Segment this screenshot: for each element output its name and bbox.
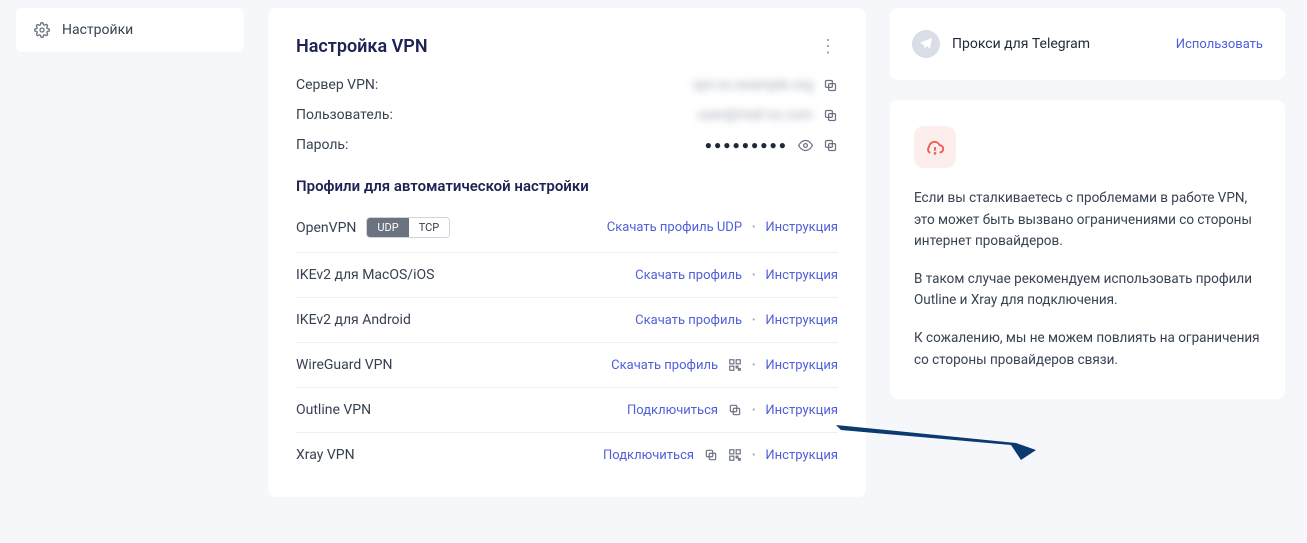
sidebar: Настройки — [16, 0, 244, 497]
profiles-section-title: Профили для автоматической настройки — [296, 177, 838, 195]
profile-row-wireguard: WireGuard VPN Скачать профиль • Инструкц… — [296, 343, 838, 388]
toggle-tcp[interactable]: TCP — [409, 218, 450, 237]
telegram-title: Прокси для Telegram — [952, 36, 1090, 52]
download-profile-link[interactable]: Скачать профиль — [635, 313, 742, 328]
profile-name: OpenVPN — [296, 220, 356, 236]
bullet-separator: • — [752, 270, 755, 281]
profile-row-outline: Outline VPN Подключиться • Инструкция — [296, 388, 838, 433]
copy-icon[interactable] — [823, 78, 838, 93]
telegram-icon — [912, 30, 940, 58]
vpn-password-mask: ●●●●●●●●● — [705, 138, 788, 152]
bullet-separator: • — [752, 222, 755, 233]
notice-paragraph: К сожалению, мы не можем повлиять на огр… — [914, 328, 1261, 371]
vpn-server-value: vpn-xx.example.org — [692, 77, 813, 93]
cloud-alert-icon — [914, 126, 956, 168]
instruction-link[interactable]: Инструкция — [765, 403, 838, 418]
vpn-password-row: Пароль: ●●●●●●●●● — [296, 137, 838, 153]
vpn-server-row: Сервер VPN: vpn-xx.example.org — [296, 77, 838, 93]
bullet-separator: • — [752, 315, 755, 326]
instruction-link[interactable]: Инструкция — [765, 268, 838, 283]
connect-link[interactable]: Подключиться — [627, 403, 718, 418]
bullet-separator: • — [752, 360, 755, 371]
gear-icon — [34, 22, 50, 38]
instruction-link[interactable]: Инструкция — [765, 220, 838, 235]
download-profile-link[interactable]: Скачать профиль — [611, 358, 718, 373]
main-column: Настройка VPN ⋮ Сервер VPN: vpn-xx.examp… — [268, 0, 866, 497]
copy-icon[interactable] — [823, 108, 838, 123]
copy-icon[interactable] — [704, 448, 718, 462]
eye-icon[interactable] — [798, 138, 813, 153]
vpn-server-label: Сервер VPN: — [296, 77, 378, 93]
profile-name: IKEv2 для Android — [296, 312, 411, 328]
profile-name: Xray VPN — [296, 447, 355, 463]
instruction-link[interactable]: Инструкция — [765, 358, 838, 373]
profile-name: IKEv2 для MacOS/iOS — [296, 267, 434, 283]
vpn-settings-card: Настройка VPN ⋮ Сервер VPN: vpn-xx.examp… — [268, 8, 866, 497]
vpn-user-label: Пользователь: — [296, 107, 393, 123]
profile-row-ikev2-mac: IKEv2 для MacOS/iOS Скачать профиль • Ин… — [296, 253, 838, 298]
toggle-udp[interactable]: UDP — [367, 218, 408, 237]
profile-row-ikev2-android: IKEv2 для Android Скачать профиль • Инст… — [296, 298, 838, 343]
more-menu-icon[interactable]: ⋮ — [819, 38, 838, 56]
download-profile-link[interactable]: Скачать профиль — [635, 268, 742, 283]
vpn-password-label: Пароль: — [296, 137, 348, 153]
notice-paragraph: Если вы сталкиваетесь с проблемами в раб… — [914, 188, 1261, 253]
download-profile-link[interactable]: Скачать профиль UDP — [607, 220, 742, 235]
connect-link[interactable]: Подключиться — [603, 448, 694, 463]
protocol-toggle: UDP TCP — [366, 217, 450, 238]
bullet-separator: • — [752, 450, 755, 461]
instruction-link[interactable]: Инструкция — [765, 313, 838, 328]
profile-row-xray: Xray VPN Подключиться • Инструкция — [296, 433, 838, 477]
right-column: Прокси для Telegram Использовать Если вы… — [890, 8, 1285, 497]
qr-icon[interactable] — [728, 448, 742, 462]
vpn-user-value: user@mail-xx.com — [698, 107, 813, 123]
vpn-notice-card: Если вы сталкиваетесь с проблемами в раб… — [890, 100, 1285, 399]
notice-paragraph: В таком случае рекомендуем использовать … — [914, 269, 1261, 312]
sidebar-item-label: Настройки — [62, 22, 133, 38]
telegram-use-link[interactable]: Использовать — [1176, 37, 1263, 52]
copy-icon[interactable] — [728, 403, 742, 417]
copy-icon[interactable] — [823, 138, 838, 153]
instruction-link[interactable]: Инструкция — [765, 448, 838, 463]
qr-icon[interactable] — [728, 358, 742, 372]
profile-name: WireGuard VPN — [296, 357, 392, 373]
sidebar-item-settings[interactable]: Настройки — [16, 8, 244, 52]
bullet-separator: • — [752, 405, 755, 416]
profile-name: Outline VPN — [296, 402, 371, 418]
card-title: Настройка VPN — [296, 36, 428, 57]
profile-row-openvpn: OpenVPN UDP TCP Скачать профиль UDP • Ин… — [296, 203, 838, 253]
telegram-proxy-card: Прокси для Telegram Использовать — [890, 8, 1285, 80]
vpn-user-row: Пользователь: user@mail-xx.com — [296, 107, 838, 123]
